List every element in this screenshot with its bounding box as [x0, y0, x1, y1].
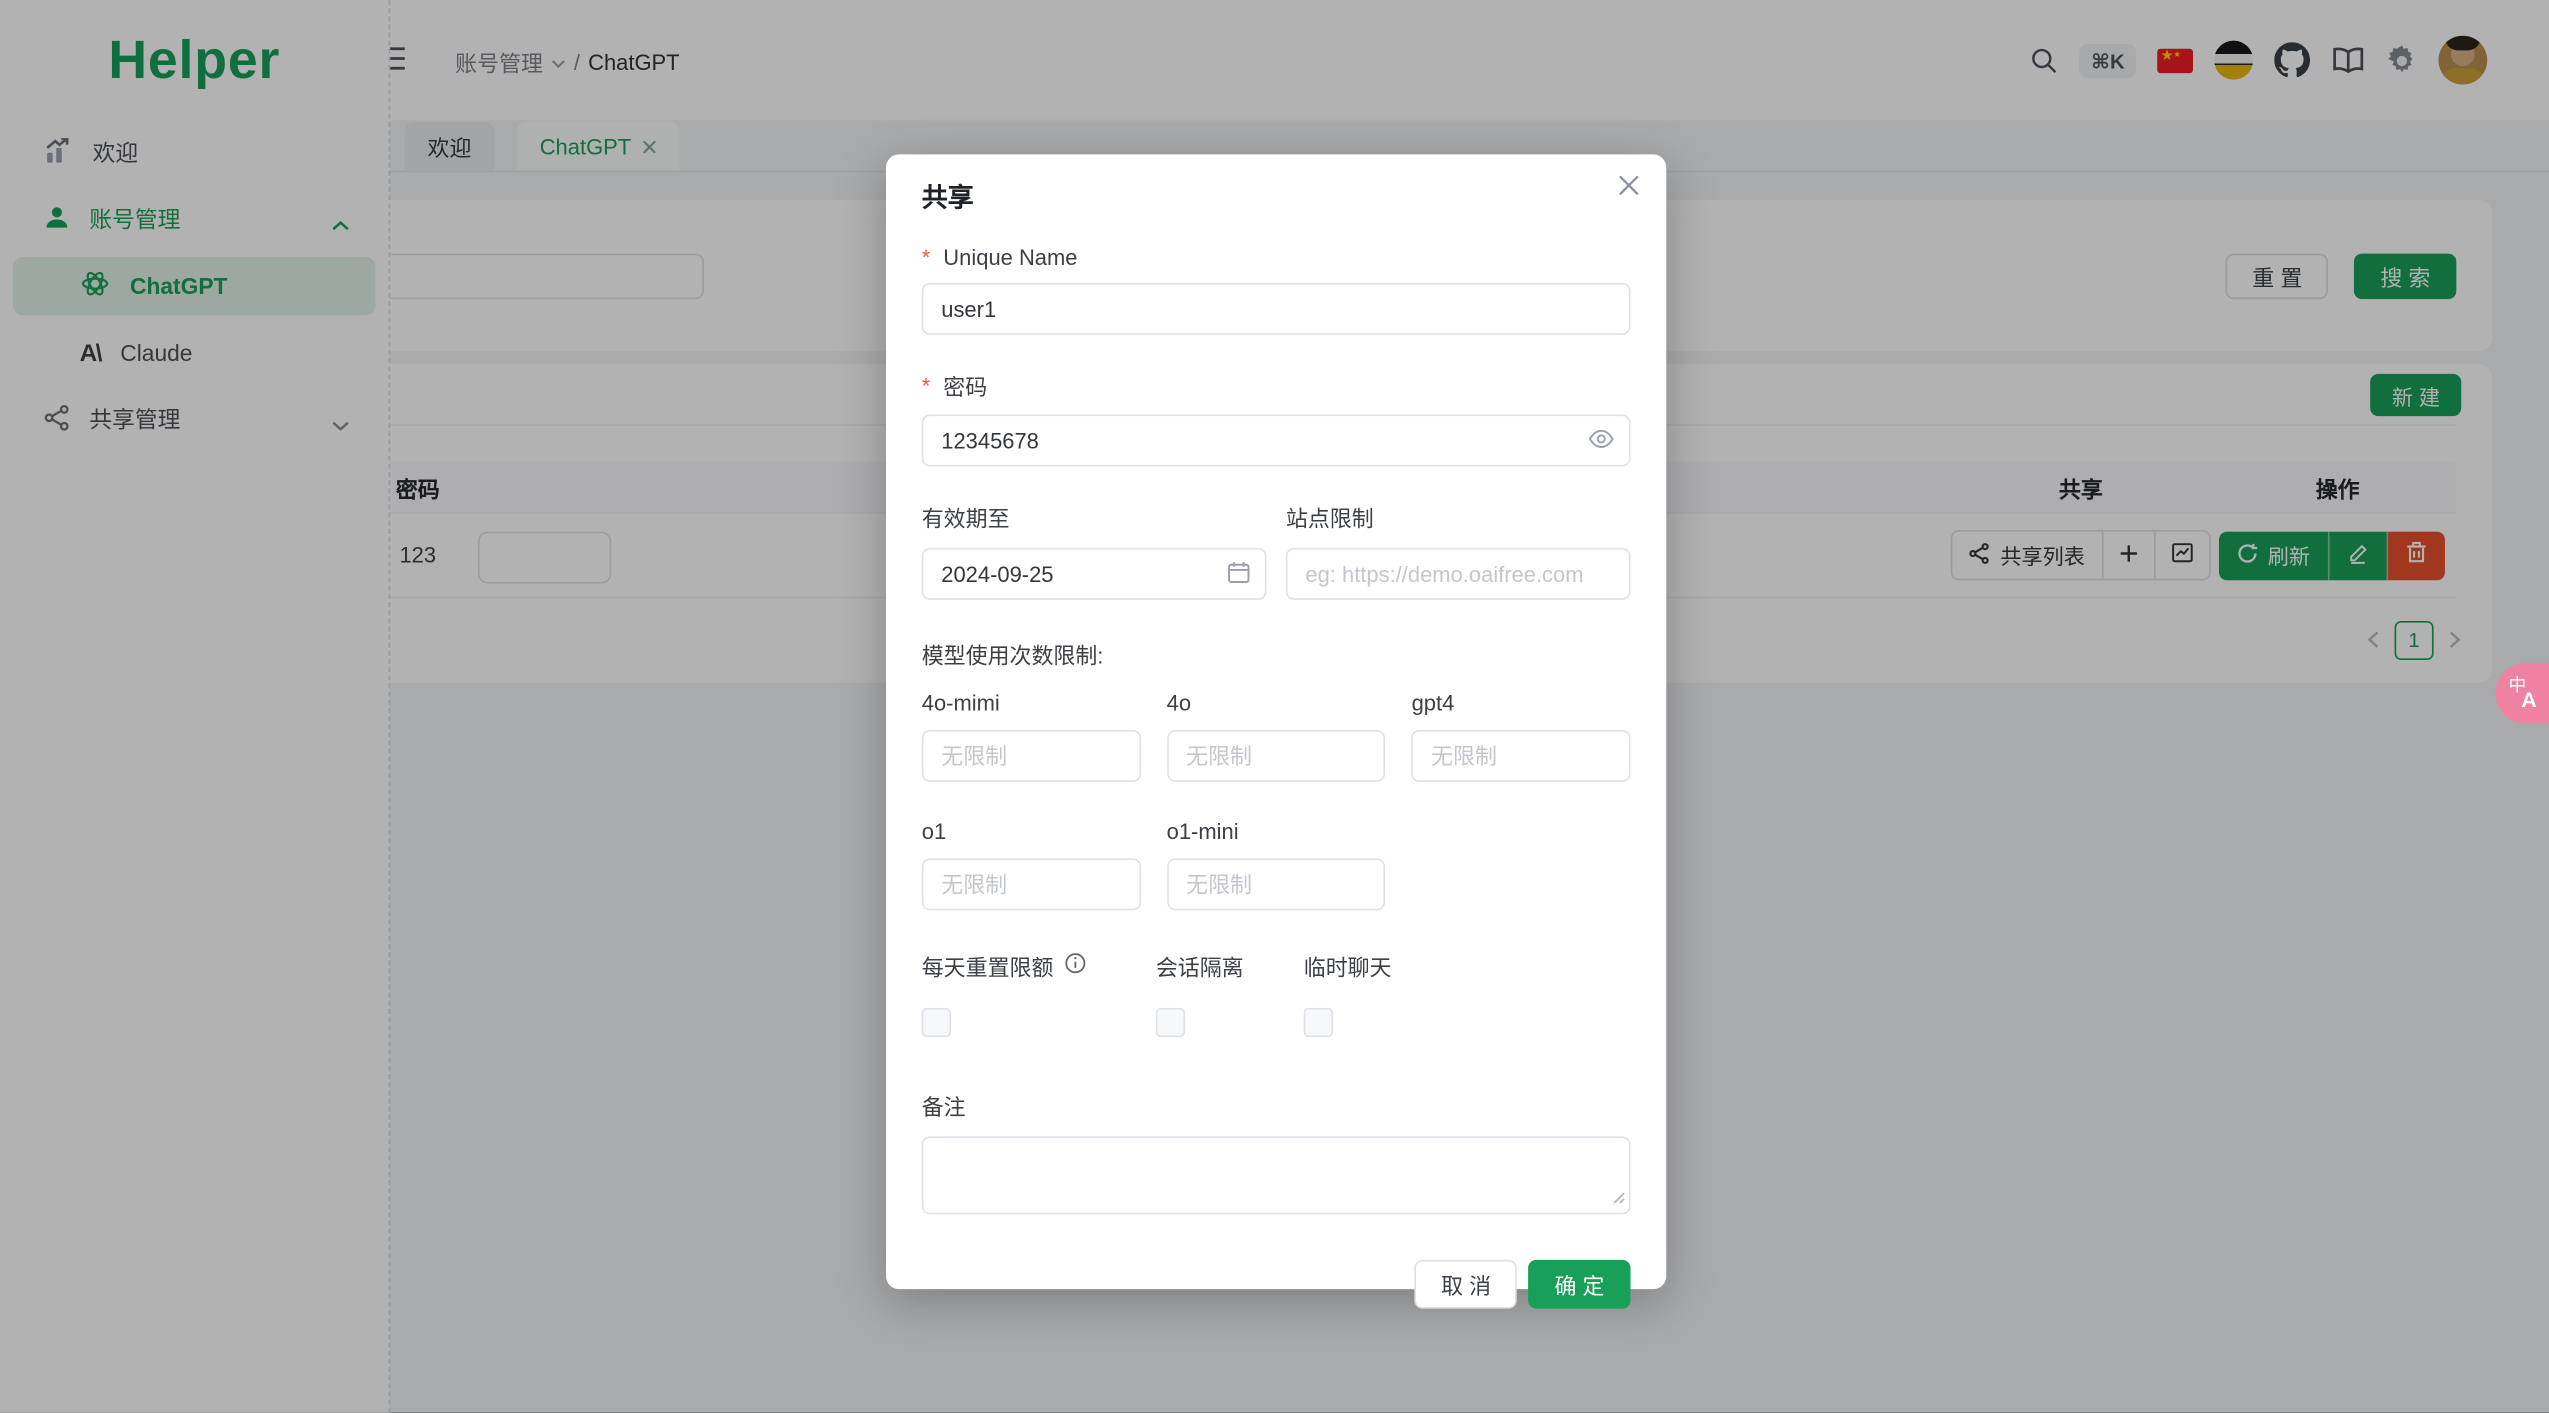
daily-reset-checkbox[interactable]: [921, 1007, 951, 1038]
model-limit-input-4o-mimi[interactable]: [921, 729, 1141, 782]
site-limit-label: 站点限制: [1285, 507, 1374, 532]
modal-title: 共享: [921, 185, 974, 213]
session-isolation-label: 会话隔离: [1155, 955, 1244, 981]
site-limit-input[interactable]: [1285, 547, 1631, 600]
app-root: Helper 欢迎 账号管理 ChatGPT A\ Claude 共享管理 账号…: [0, 0, 2549, 1413]
model-limits-label: 模型使用次数限制:: [921, 643, 1104, 669]
cancel-button[interactable]: 取 消: [1415, 1259, 1518, 1309]
remark-textarea[interactable]: [921, 1136, 1631, 1215]
close-icon[interactable]: [1618, 174, 1641, 205]
info-icon[interactable]: [1065, 953, 1086, 979]
temporary-chat-checkbox[interactable]: [1303, 1007, 1334, 1038]
model-label-4o-mimi: 4o-mimi: [921, 690, 1000, 716]
model-limit-input-gpt4[interactable]: [1411, 729, 1631, 782]
model-limit-input-o1[interactable]: [921, 858, 1141, 911]
translate-widget[interactable]: 中 A: [2495, 663, 2549, 724]
confirm-button[interactable]: 确 定: [1528, 1259, 1631, 1309]
model-limit-input-o1-mini[interactable]: [1166, 858, 1386, 911]
model-label-o1: o1: [921, 819, 947, 844]
model-label-o1-mini: o1-mini: [1166, 819, 1239, 844]
model-limit-input-4o[interactable]: [1166, 729, 1386, 782]
resize-handle-icon[interactable]: [1613, 1183, 1626, 1212]
password-label: 密码: [922, 369, 1631, 402]
model-label-4o: 4o: [1166, 690, 1192, 716]
temporary-chat-label: 临时聊天: [1303, 955, 1392, 981]
unique-name-input[interactable]: [921, 282, 1631, 335]
model-label-gpt4: gpt4: [1411, 690, 1455, 716]
daily-reset-label: 每天重置限额: [921, 955, 1054, 981]
unique-name-label: Unique Name: [922, 245, 1631, 269]
password-input[interactable]: [921, 414, 1631, 467]
expires-date-input[interactable]: [921, 547, 1267, 600]
eye-icon[interactable]: [1588, 428, 1614, 459]
expires-label: 有效期至: [921, 507, 1010, 532]
remark-label: 备注: [921, 1095, 966, 1121]
calendar-icon[interactable]: [1227, 561, 1250, 592]
session-isolation-checkbox[interactable]: [1155, 1007, 1186, 1038]
share-modal: 共享 Unique Name 密码 有效期至 站点限: [885, 154, 1667, 1309]
